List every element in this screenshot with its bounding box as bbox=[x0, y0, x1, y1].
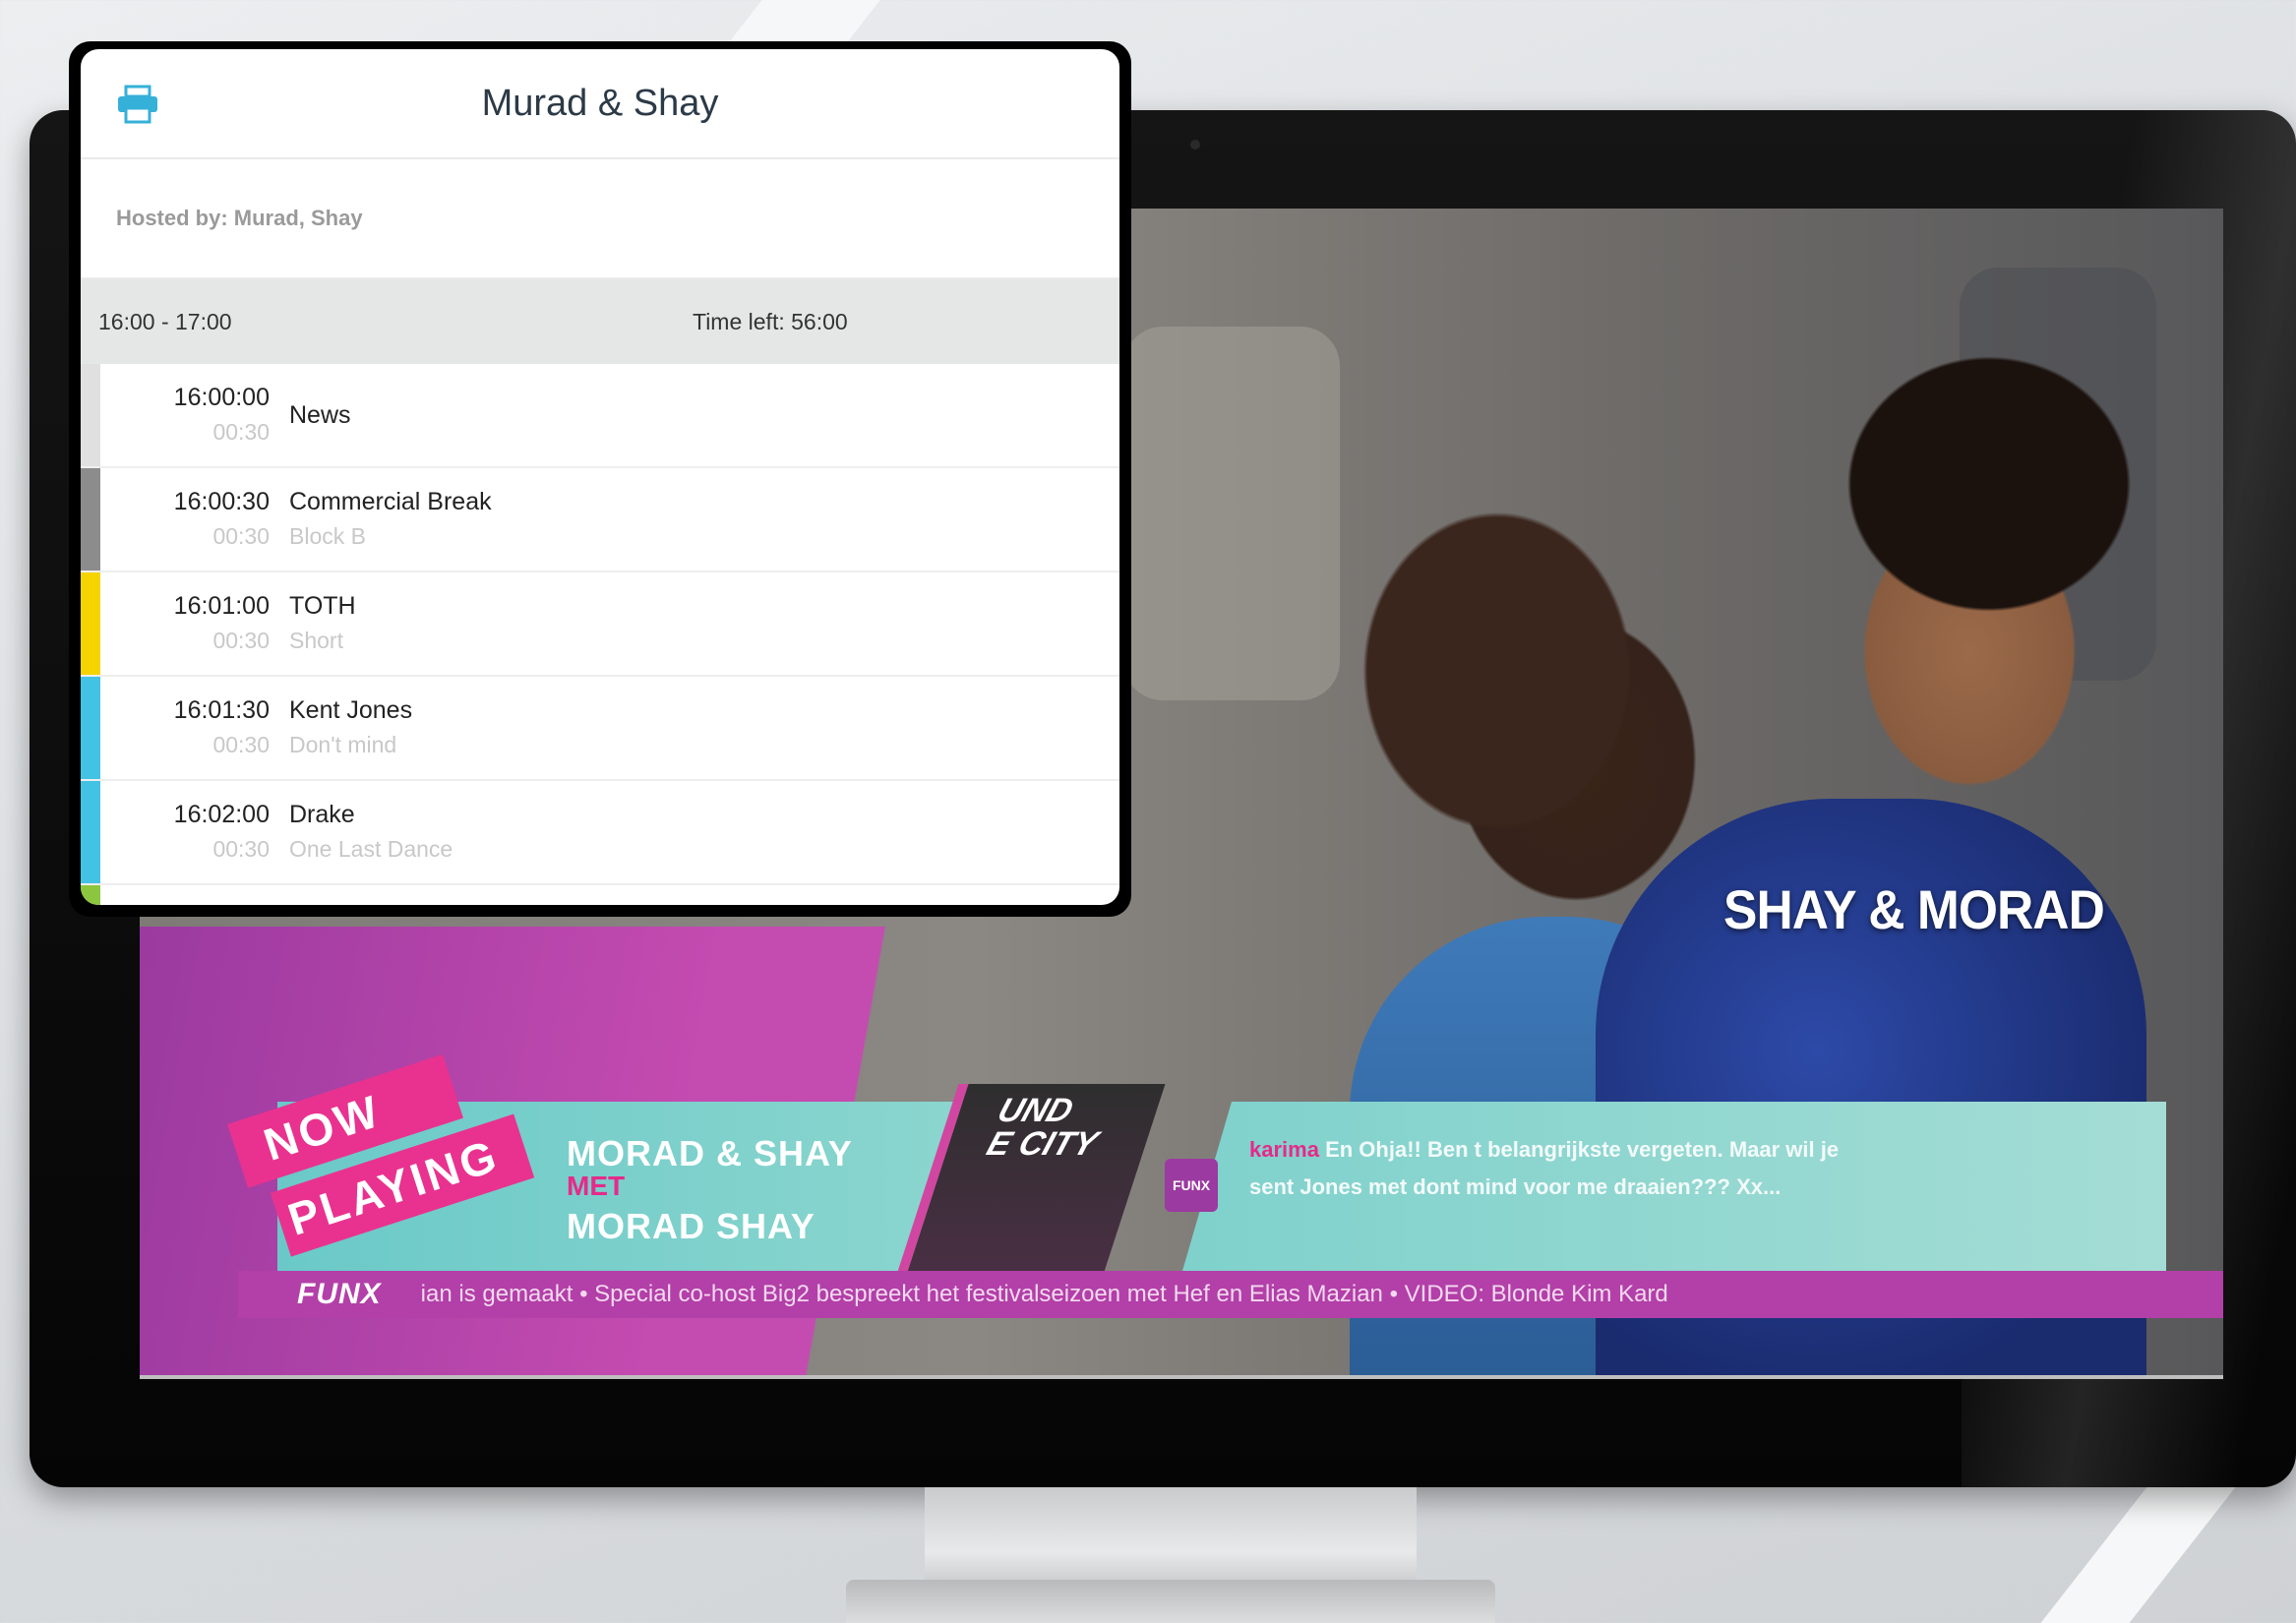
playlist-row[interactable]: 16:00:00 00:30 News bbox=[81, 364, 1119, 468]
show-title-line1: MORAD & SHAY bbox=[567, 1133, 853, 1173]
chat-username: karima bbox=[1249, 1137, 1319, 1162]
row-duration: 00:30 bbox=[212, 523, 270, 549]
row-duration: 00:30 bbox=[212, 628, 270, 653]
row-start-time: 16:02:00 bbox=[173, 801, 270, 828]
chat-message-text: En Ohja!! Ben t belangrijkste vergeten. … bbox=[1249, 1137, 1840, 1199]
row-subtitle: Don't mind bbox=[289, 732, 397, 757]
city-card-text: UND E CITY bbox=[982, 1092, 1113, 1163]
row-subtitle: Short bbox=[289, 628, 343, 653]
row-color-bar bbox=[81, 364, 100, 466]
news-ticker: FUNX ian is gemaakt • Special co-host Bi… bbox=[238, 1271, 2223, 1318]
row-color-bar bbox=[81, 572, 100, 675]
row-duration: 00:30 bbox=[212, 836, 270, 862]
row-start-time: 16:00:00 bbox=[173, 384, 270, 411]
show-title-line3: MORAD SHAY bbox=[567, 1206, 816, 1246]
row-color-bar bbox=[81, 885, 100, 905]
ticker-text: ian is gemaakt • Special co-host Big2 be… bbox=[420, 1281, 1668, 1307]
chat-logo: FUNX bbox=[1165, 1159, 1218, 1212]
chat-message: karima En Ohja!! Ben t belangrijkste ver… bbox=[1249, 1131, 1879, 1206]
row-subtitle: One Last Dance bbox=[289, 836, 453, 862]
playlist-row[interactable]: 16:01:30 00:30 Kent Jones Don't mind bbox=[81, 677, 1119, 781]
time-range: 16:00 - 17:00 bbox=[98, 309, 232, 334]
photo-title: SHAY & MORAD bbox=[1723, 878, 2105, 940]
row-color-bar bbox=[81, 781, 100, 883]
row-subtitle: Block B bbox=[289, 523, 366, 549]
playlist-panel: Murad & Shay Hosted by: Murad, Shay 16:0… bbox=[69, 41, 1131, 917]
row-title: Commercial Break bbox=[289, 488, 492, 515]
row-title: Kent Jones bbox=[289, 696, 413, 724]
playlist-header: Murad & Shay bbox=[81, 49, 1119, 159]
time-left: Time left: 56:00 bbox=[693, 309, 848, 334]
row-title: Drake bbox=[289, 801, 355, 828]
monitor-stand-base bbox=[846, 1580, 1495, 1623]
row-title: News bbox=[289, 401, 351, 429]
row-duration: 00:30 bbox=[212, 732, 270, 757]
row-duration: 00:30 bbox=[212, 419, 270, 445]
ticker-logo: FUNX bbox=[297, 1278, 382, 1310]
camera-dot bbox=[1190, 140, 1200, 150]
playlist-title: Murad & Shay bbox=[481, 83, 719, 124]
show-title-line2: MET bbox=[567, 1171, 626, 1201]
playlist-row[interactable]: 16:00:30 00:30 Commercial Break Block B bbox=[81, 468, 1119, 572]
screen-edge bbox=[140, 1375, 2223, 1379]
city-card-line2: E CITY bbox=[982, 1125, 1103, 1163]
hosted-by-label: Hosted by: Murad, Shay bbox=[81, 159, 1119, 279]
row-title: TOTH bbox=[289, 592, 356, 620]
playlist-row[interactable]: 16:02:00 00:30 Drake One Last Dance bbox=[81, 781, 1119, 885]
playlist-card: Murad & Shay Hosted by: Murad, Shay 16:0… bbox=[81, 49, 1119, 905]
playlist-row[interactable]: 16:01:00 00:30 TOTH Short bbox=[81, 572, 1119, 677]
row-start-time: 16:00:30 bbox=[173, 488, 270, 515]
city-card-line1: UND bbox=[993, 1092, 1078, 1129]
row-start-time: 16:01:30 bbox=[173, 696, 270, 724]
playlist-row-partial[interactable] bbox=[81, 885, 1119, 905]
time-bar: 16:00 - 17:00 Time left: 56:00 bbox=[81, 279, 1119, 364]
row-color-bar bbox=[81, 677, 100, 779]
row-color-bar bbox=[81, 468, 100, 571]
row-start-time: 16:01:00 bbox=[173, 592, 270, 620]
